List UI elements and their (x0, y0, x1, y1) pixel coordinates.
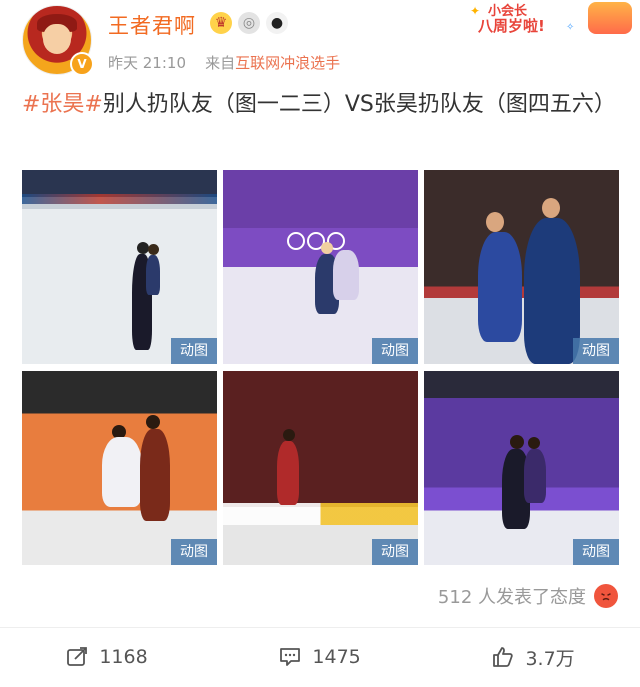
divider (0, 627, 640, 628)
angry-face-icon (594, 584, 618, 608)
post-source-link[interactable]: 互联网冲浪选手 (235, 54, 340, 72)
skater-icon (140, 429, 170, 521)
reactions-count-text: 512 人发表了态度 (437, 587, 586, 608)
skater-head (321, 242, 333, 254)
medal-icon[interactable]: ◎ (238, 12, 260, 34)
post-timestamp: 昨天 21:10 (108, 54, 186, 72)
rink-board (22, 194, 217, 204)
post-meta: 昨天 21:10 来自互联网冲浪选手 (108, 52, 340, 73)
skater-head (510, 435, 524, 449)
user-badges: ♛ ◎ ● (210, 12, 288, 34)
image-tile-6[interactable]: 动图 (424, 371, 619, 565)
skater-head (528, 437, 540, 449)
repost-count: 1168 (99, 646, 148, 668)
gif-badge: 动图 (372, 338, 418, 364)
gif-badge: 动图 (171, 338, 217, 364)
comment-count: 1475 (312, 646, 361, 668)
anniversary-promo[interactable]: ✦ 小会长 八周岁啦! ✧ (468, 0, 640, 38)
post-actions: 1168 1475 3.7万 (0, 640, 640, 674)
image-tile-3[interactable]: 动图 (424, 170, 619, 364)
skater-icon (146, 255, 160, 295)
crown-icon[interactable]: ♛ (210, 12, 232, 34)
source-prefix: 来自 (205, 54, 236, 72)
reactions-summary[interactable]: 512 人发表了态度 (438, 583, 618, 609)
gif-badge: 动图 (573, 338, 619, 364)
ice-rink-scene (223, 371, 418, 565)
skater-head (542, 198, 560, 218)
skater-icon (277, 441, 299, 505)
username[interactable]: 王者君啊 (108, 10, 196, 40)
skater-head (146, 415, 160, 429)
skater-icon (102, 437, 142, 507)
skater-head (486, 212, 504, 232)
thumbs-up-icon (493, 647, 514, 667)
hashtag-link[interactable]: #张昊# (22, 92, 103, 117)
image-tile-1[interactable]: 动图 (22, 170, 217, 364)
post-header: V 王者君啊 ♛ ◎ ● 昨天 21:10 来自互联网冲浪选手 ✦ 小会长 八周… (0, 0, 640, 80)
repost-button[interactable]: 1168 (65, 645, 148, 669)
avatar-face (43, 24, 71, 54)
comment-icon (280, 648, 301, 666)
image-tile-5[interactable]: 动图 (223, 371, 418, 565)
like-count: 3.7万 (525, 647, 575, 670)
gif-badge: 动图 (372, 539, 418, 565)
sparkle-icon: ✧ (566, 22, 575, 33)
image-grid: 动图 动图 动图 动图 动图 动图 (22, 170, 619, 565)
post-text: #张昊#别人扔队友（图一二三）VS张昊扔队友（图四五六） (22, 88, 622, 122)
skater-icon (478, 232, 522, 342)
olympic-rings-icon (287, 232, 345, 250)
like-button[interactable]: 3.7万 (491, 644, 575, 671)
gif-badge: 动图 (171, 539, 217, 565)
comment-button[interactable]: 1475 (278, 645, 361, 669)
skater-head (148, 244, 159, 255)
gif-badge: 动图 (573, 539, 619, 565)
skater-icon (524, 218, 580, 364)
skater-icon (524, 449, 546, 503)
image-tile-2[interactable]: 动图 (223, 170, 418, 364)
rink-board (223, 503, 418, 525)
skater-icon (333, 250, 359, 300)
image-tile-4[interactable]: 动图 (22, 371, 217, 565)
post-body: 别人扔队友（图一二三）VS张昊扔队友（图四五六） (102, 92, 616, 117)
panda-icon[interactable]: ● (266, 12, 288, 34)
gift-box-icon (588, 2, 632, 34)
repost-icon (67, 647, 88, 666)
skater-head (283, 429, 295, 441)
promo-line2: 八周岁啦! (478, 17, 545, 35)
verified-badge-icon: V (70, 52, 94, 76)
